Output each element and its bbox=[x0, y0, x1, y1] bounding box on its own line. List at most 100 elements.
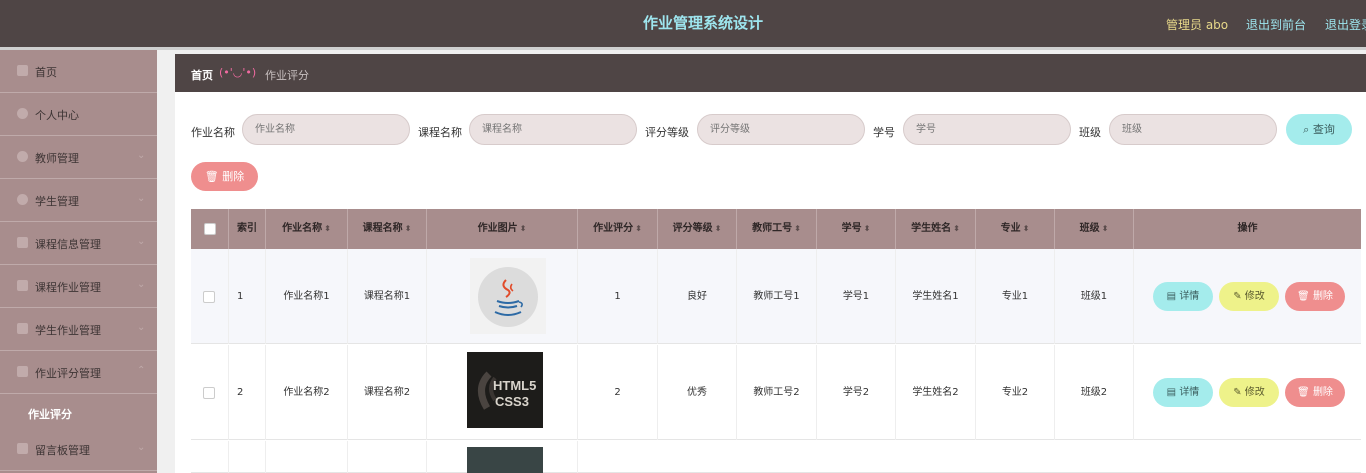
cell-major: 专业2 bbox=[976, 345, 1055, 440]
sidebar-subitem-label: 作业评分 bbox=[28, 408, 72, 421]
class-input[interactable] bbox=[1109, 114, 1277, 145]
html5-css3-cover-image[interactable]: HTML5 CSS3 bbox=[467, 352, 543, 428]
sidebar-item-teachers[interactable]: 教师管理 ⌄ bbox=[0, 136, 157, 179]
delete-button[interactable]: 🗑 删除 bbox=[1285, 378, 1345, 407]
cell-course bbox=[348, 441, 427, 473]
delete-label: 删除 bbox=[222, 170, 245, 183]
cell-homework: 作业名称2 bbox=[266, 345, 348, 440]
sidebar-item-label: 教师管理 bbox=[35, 152, 79, 165]
header-divider bbox=[0, 47, 1366, 50]
chevron-down-icon: ⌄ bbox=[137, 193, 146, 204]
cell-grade: 优秀 bbox=[658, 345, 737, 440]
trash-icon: 🗑 bbox=[1297, 291, 1310, 302]
row-select-cell bbox=[191, 249, 229, 344]
cell-student-name: 学生姓名1 bbox=[896, 249, 976, 344]
chevron-up-icon: ⌃ bbox=[137, 365, 146, 376]
query-label: 查询 bbox=[1312, 123, 1335, 136]
select-all-checkbox[interactable] bbox=[204, 223, 216, 235]
chevron-down-icon: ⌄ bbox=[137, 279, 146, 290]
sort-icon: ⬍ bbox=[404, 224, 412, 233]
edit-button[interactable]: ✎ 修改 bbox=[1219, 378, 1279, 407]
breadcrumb-home[interactable]: 首页 bbox=[191, 67, 213, 83]
cell-class: 班级1 bbox=[1055, 249, 1134, 344]
detail-button[interactable]: ▤ 详情 bbox=[1153, 378, 1213, 407]
trash-icon: 🗑 bbox=[1297, 387, 1310, 398]
cell-homework: 作业名称1 bbox=[266, 249, 348, 344]
sidebar-item-messages[interactable]: 留言板管理 ⌄ bbox=[0, 428, 157, 471]
batch-delete-button[interactable]: 🗑 删除 bbox=[191, 162, 258, 191]
cell-teacher-id: 教师工号2 bbox=[737, 345, 817, 440]
select-all-cell bbox=[191, 209, 229, 249]
row-checkbox[interactable] bbox=[203, 291, 215, 303]
sidebar-item-score-management[interactable]: 作业评分管理 ⌃ bbox=[0, 351, 157, 394]
sort-icon: ⬍ bbox=[714, 224, 722, 233]
exit-to-front-link[interactable]: 退出到前台 bbox=[1246, 16, 1306, 33]
column-header-score[interactable]: 作业评分 ⬍ bbox=[578, 209, 658, 249]
cell-student-id: 学号1 bbox=[817, 249, 896, 344]
cell-student-id: 学号2 bbox=[817, 345, 896, 440]
top-header: 作业管理系统设计 管理员 abo 退出到前台 退出登录 bbox=[0, 0, 1366, 47]
query-button[interactable]: ⌕ 查询 bbox=[1286, 114, 1352, 145]
column-header-student-name[interactable]: 学生姓名 ⬍ bbox=[896, 209, 976, 249]
cell-index: 2 bbox=[229, 345, 266, 440]
pencil-icon: ✎ bbox=[1233, 291, 1242, 302]
column-header-class[interactable]: 班级 ⬍ bbox=[1055, 209, 1134, 249]
sort-icon: ⬍ bbox=[1022, 224, 1030, 233]
sidebar-item-label: 课程作业管理 bbox=[35, 281, 101, 294]
cell-score: 1 bbox=[578, 249, 658, 344]
chevron-down-icon: ⌄ bbox=[137, 150, 146, 161]
sidebar-item-course-homework[interactable]: 课程作业管理 ⌄ bbox=[0, 265, 157, 308]
edit-button[interactable]: ✎ 修改 bbox=[1219, 282, 1279, 311]
column-header-grade[interactable]: 评分等级 ⬍ bbox=[658, 209, 737, 249]
html5-css3-cover: HTML5 CSS3 bbox=[467, 352, 543, 428]
sidebar-item-students[interactable]: 学生管理 ⌄ bbox=[0, 179, 157, 222]
cell-student-name: 学生姓名2 bbox=[896, 345, 976, 440]
breadcrumb-current: 作业评分 bbox=[265, 69, 309, 82]
table-row: 2 作业名称2 课程名称2 HTML5 CSS3 2 优秀 教师工号2 学号2 … bbox=[191, 345, 1361, 440]
column-header-course[interactable]: 课程名称 ⬍ bbox=[348, 209, 427, 249]
cell-teacher-id: 教师工号1 bbox=[737, 249, 817, 344]
grade-input[interactable] bbox=[697, 114, 865, 145]
column-header-major[interactable]: 专业 ⬍ bbox=[976, 209, 1055, 249]
column-header-teacher-id[interactable]: 教师工号 ⬍ bbox=[737, 209, 817, 249]
search-icon: ⌕ bbox=[1303, 123, 1310, 136]
sidebar-item-label: 留言板管理 bbox=[35, 444, 90, 457]
trash-icon: 🗑 bbox=[204, 170, 219, 183]
column-header-image[interactable]: 作业图片 ⬍ bbox=[427, 209, 578, 249]
sidebar-item-label: 首页 bbox=[35, 66, 57, 79]
sidebar-subitem-score[interactable]: 作业评分 bbox=[0, 398, 157, 428]
logout-link[interactable]: 退出登录 bbox=[1325, 16, 1366, 33]
student-homework-icon bbox=[17, 323, 28, 334]
sidebar-item-home[interactable]: 首页 bbox=[0, 50, 157, 93]
java-cup-icon bbox=[494, 279, 523, 316]
sidebar-item-label: 作业评分管理 bbox=[35, 367, 101, 380]
cell-class: 班级2 bbox=[1055, 345, 1134, 440]
user-icon bbox=[17, 108, 28, 119]
homework-name-input[interactable] bbox=[242, 114, 410, 145]
sidebar-item-label: 个人中心 bbox=[35, 109, 79, 122]
document-icon: ▤ bbox=[1166, 291, 1177, 302]
student-icon bbox=[17, 194, 28, 205]
sidebar-item-course-info[interactable]: 课程信息管理 ⌄ bbox=[0, 222, 157, 265]
sort-icon: ⬍ bbox=[863, 224, 871, 233]
teacher-icon bbox=[17, 151, 28, 162]
cell-index bbox=[229, 441, 266, 473]
home-icon bbox=[17, 65, 28, 76]
course-name-input[interactable] bbox=[469, 114, 637, 145]
sort-icon: ⬍ bbox=[635, 224, 642, 233]
column-header-student-id[interactable]: 学号 ⬍ bbox=[817, 209, 896, 249]
detail-button[interactable]: ▤ 详情 bbox=[1153, 282, 1213, 311]
java-logo-image[interactable] bbox=[470, 258, 546, 334]
filter-label-student-id: 学号 bbox=[873, 126, 895, 139]
homework-image[interactable] bbox=[467, 447, 543, 473]
row-checkbox[interactable] bbox=[203, 387, 215, 399]
sidebar-item-profile[interactable]: 个人中心 bbox=[0, 93, 157, 136]
table-row: 1 作业名称1 课程名称1 1 良好 教师工号1 学号1 学生姓名1 专业1 班… bbox=[191, 249, 1361, 344]
sidebar-item-label: 课程信息管理 bbox=[35, 238, 101, 251]
sort-icon: ⬍ bbox=[324, 224, 331, 233]
document-icon: ▤ bbox=[1166, 387, 1177, 398]
delete-button[interactable]: 🗑 删除 bbox=[1285, 282, 1345, 311]
sidebar-item-student-homework[interactable]: 学生作业管理 ⌄ bbox=[0, 308, 157, 351]
student-id-input[interactable] bbox=[903, 114, 1071, 145]
column-header-homework[interactable]: 作业名称 ⬍ bbox=[266, 209, 348, 249]
